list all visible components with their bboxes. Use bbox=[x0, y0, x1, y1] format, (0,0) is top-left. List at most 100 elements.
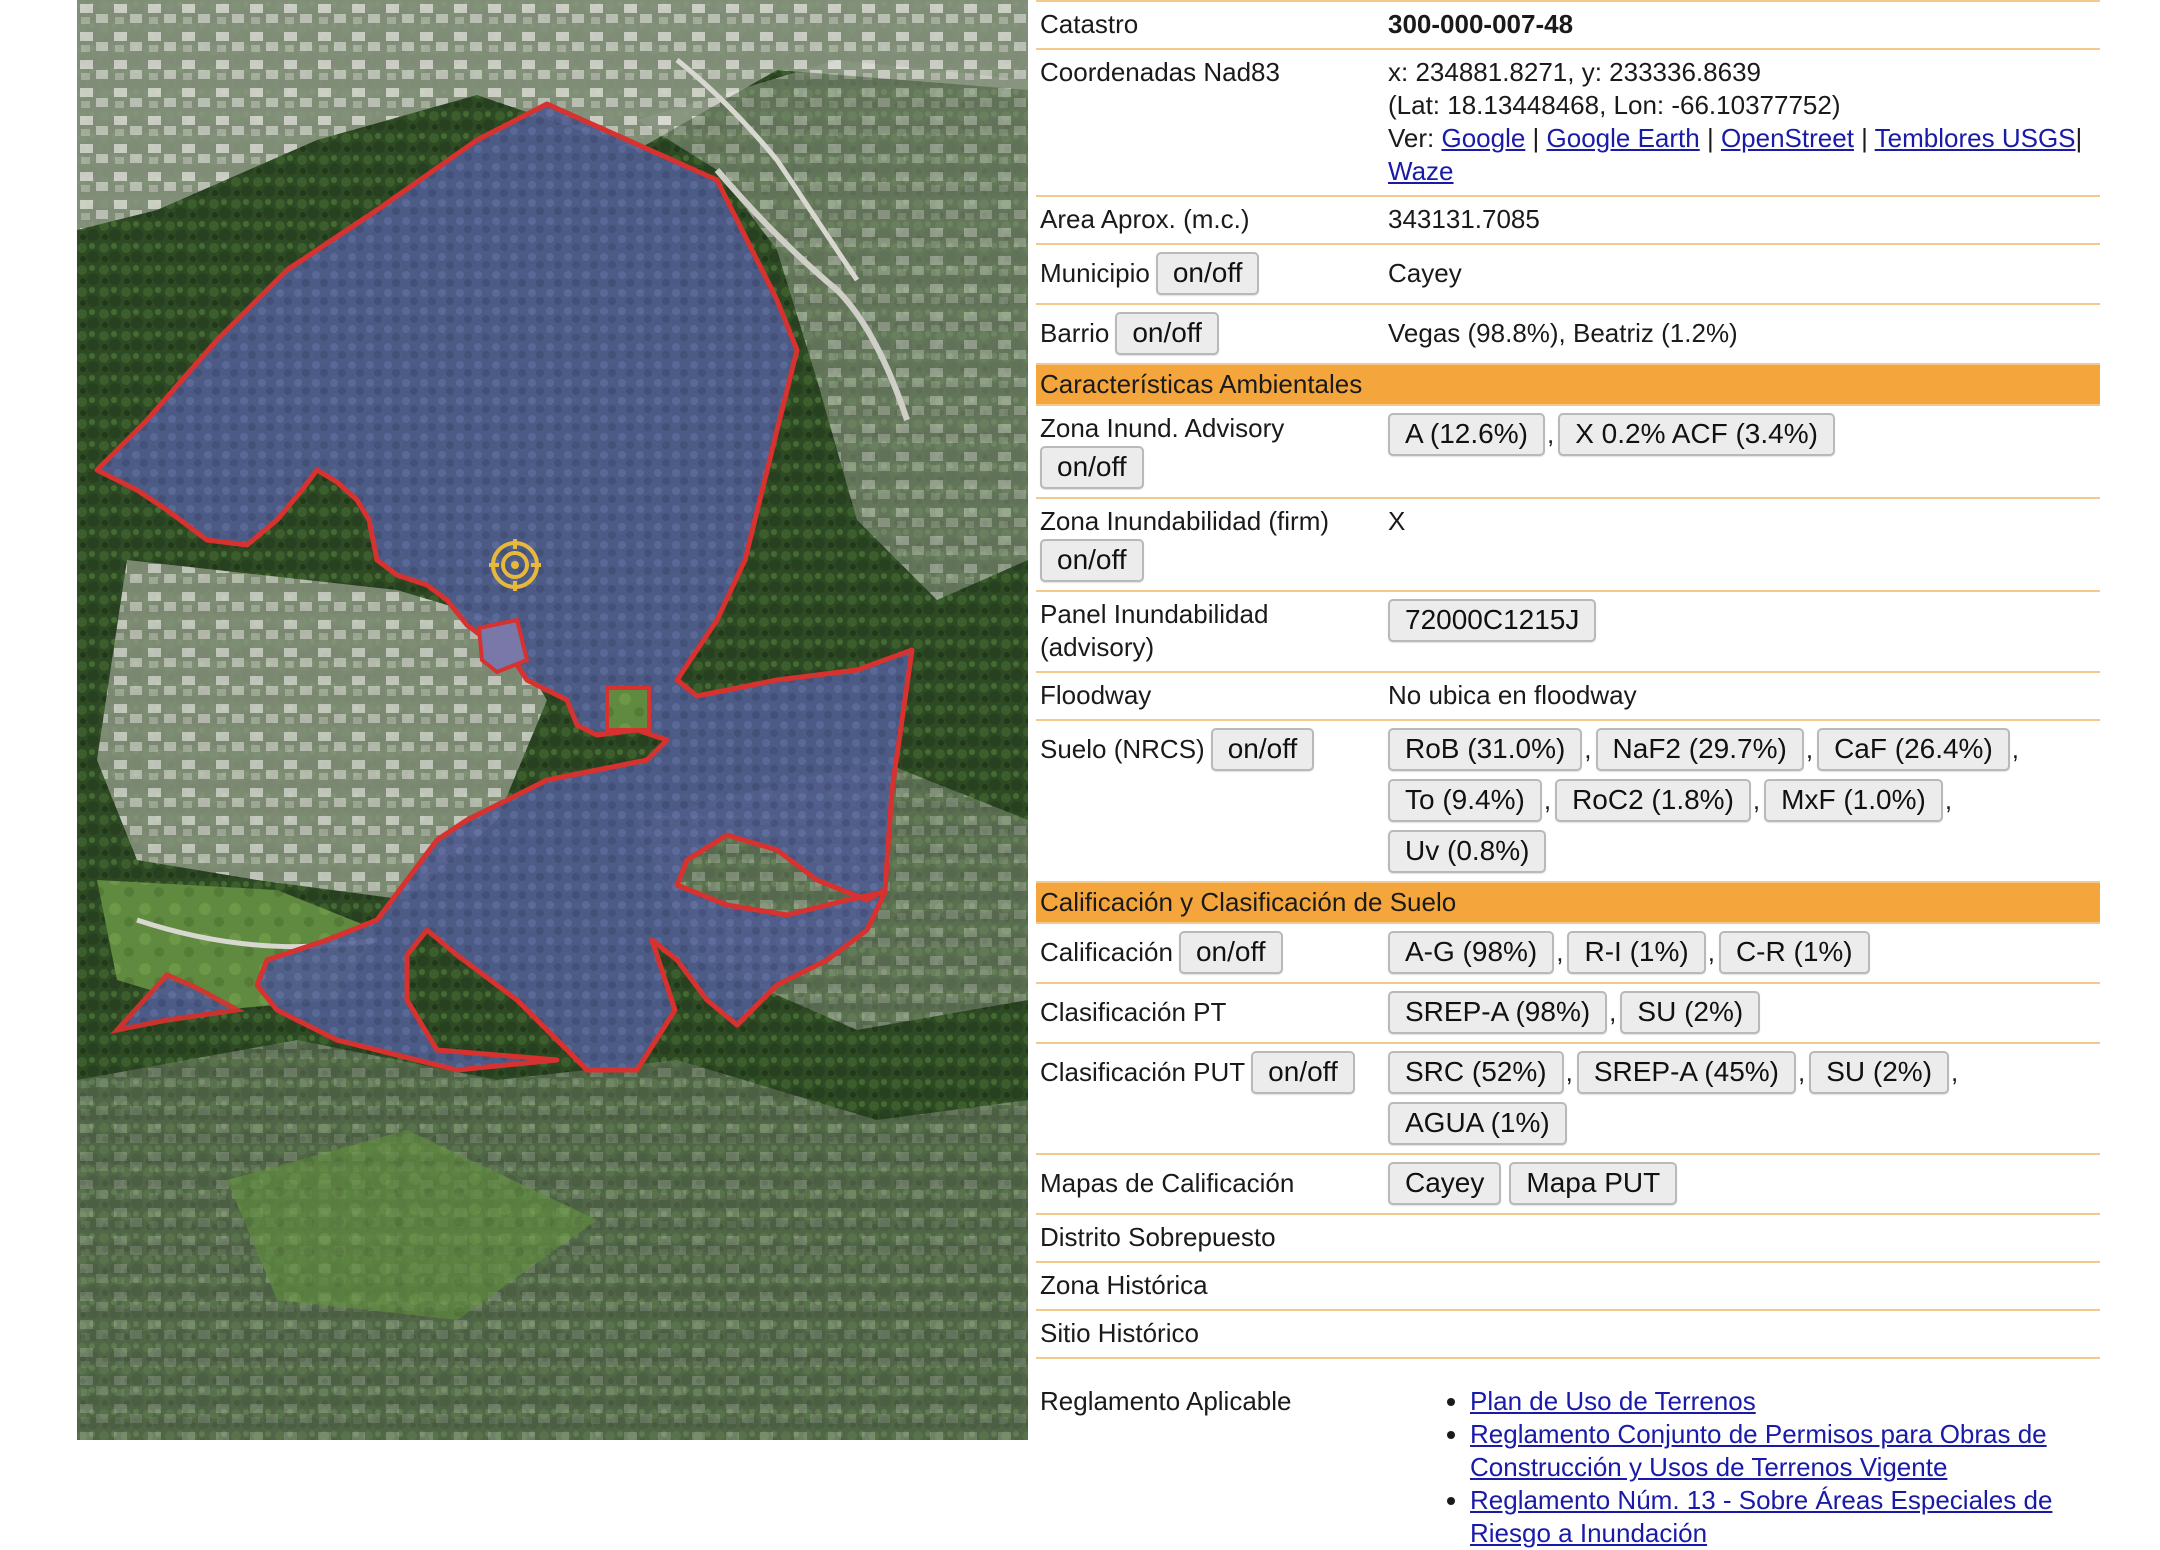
link-waze[interactable]: Waze bbox=[1388, 156, 1454, 186]
toggle-municipio-button[interactable]: on/off bbox=[1155, 252, 1260, 295]
coordinates-xy: x: 234881.8271, y: 233336.8639 bbox=[1388, 57, 1761, 87]
zona-advisory-buttons: A (12.6%), X 0.2% ACF (3.4%) bbox=[1388, 412, 2096, 457]
label-group-clasificacion-put: Clasificación PUT on/off bbox=[1040, 1050, 1380, 1095]
row-coordenadas: Coordenadas Nad83 x: 234881.8271, y: 233… bbox=[1036, 49, 2100, 197]
toggle-suelo-button[interactable]: on/off bbox=[1210, 728, 1315, 771]
label-distrito-sobrepuesto: Distrito Sobrepuesto bbox=[1036, 1214, 1384, 1263]
clasificacion-put-buttons: SRC (52%), SREP-A (45%), SU (2%), AGUA (… bbox=[1388, 1050, 2096, 1146]
suelo-uv-button[interactable]: Uv (0.8%) bbox=[1388, 830, 1547, 873]
link-openstreet[interactable]: OpenStreet bbox=[1721, 123, 1854, 153]
coordinates-latlon: (Lat: 18.13448468, Lon: -66.10377752) bbox=[1388, 90, 1841, 120]
suelo-roc2-button[interactable]: RoC2 (1.8%) bbox=[1555, 779, 1751, 822]
row-zona-firm: Zona Inundabilidad (firm) on/off X bbox=[1036, 498, 2100, 592]
value-area: 343131.7085 bbox=[1384, 196, 2100, 245]
mapas-buttons: Cayey Mapa PUT bbox=[1388, 1161, 2096, 1206]
panel-72000c1215j-button[interactable]: 72000C1215J bbox=[1388, 599, 1597, 642]
label-cell-calificacion: Calificación on/off bbox=[1036, 923, 1384, 984]
label-group-suelo: Suelo (NRCS) on/off bbox=[1040, 727, 1380, 772]
toggle-barrio-button[interactable]: on/off bbox=[1115, 312, 1219, 355]
row-calificacion: Calificación on/off A-G (98%), R-I (1%),… bbox=[1036, 923, 2100, 984]
value-clasificacion-put: SRC (52%), SREP-A (45%), SU (2%), AGUA (… bbox=[1384, 1043, 2100, 1155]
label-cell-municipio: Municipio on/off bbox=[1036, 244, 1384, 305]
ver-label: Ver: bbox=[1388, 123, 1435, 153]
suelo-mxf-button[interactable]: MxF (1.0%) bbox=[1764, 779, 1943, 822]
row-panel-inundabilidad: Panel Inundabilidad (advisory) 72000C121… bbox=[1036, 591, 2100, 673]
value-municipio: Cayey bbox=[1384, 244, 2100, 305]
label-cell-clasificacion-put: Clasificación PUT on/off bbox=[1036, 1043, 1384, 1155]
toggle-zona-firm-button[interactable]: on/off bbox=[1040, 539, 1144, 582]
pt-su-button[interactable]: SU (2%) bbox=[1620, 991, 1761, 1034]
link-plan-uso-terrenos[interactable]: Plan de Uso de Terrenos bbox=[1470, 1386, 1756, 1416]
label-barrio: Barrio bbox=[1040, 318, 1110, 348]
label-catastro: Catastro bbox=[1036, 0, 1384, 50]
link-google-earth[interactable]: Google Earth bbox=[1547, 123, 1700, 153]
section-header-calificacion: Calificación y Clasificación de Suelo bbox=[1036, 882, 2100, 924]
put-su-button[interactable]: SU (2%) bbox=[1809, 1051, 1950, 1094]
value-panel-inundabilidad: 72000C1215J bbox=[1384, 591, 2100, 673]
suelo-to-button[interactable]: To (9.4%) bbox=[1388, 779, 1542, 822]
parcel-info-table: Catastro 300-000-007-48 Coordenadas Nad8… bbox=[1036, 0, 2100, 1359]
suelo-rob-button[interactable]: RoB (31.0%) bbox=[1388, 728, 1583, 771]
mapa-cayey-button[interactable]: Cayey bbox=[1388, 1162, 1502, 1205]
link-reglamento-13[interactable]: Reglamento Núm. 13 - Sobre Áreas Especia… bbox=[1470, 1485, 2052, 1548]
row-municipio: Municipio on/off Cayey bbox=[1036, 244, 2100, 305]
label-mapas-calificacion: Mapas de Calificación bbox=[1036, 1154, 1384, 1215]
parcel-exclusion-small bbox=[605, 686, 651, 732]
calif-ri-button[interactable]: R-I (1%) bbox=[1567, 931, 1706, 974]
suelo-buttons: RoB (31.0%), NaF2 (29.7%), CaF (26.4%), … bbox=[1388, 727, 2096, 874]
link-temblores-usgs[interactable]: Temblores USGS bbox=[1875, 123, 2076, 153]
value-zona-historica bbox=[1384, 1262, 2100, 1311]
section-title-ambientales: Características Ambientales bbox=[1036, 364, 2100, 406]
label-zona-advisory: Zona Inund. Advisory bbox=[1040, 413, 1285, 443]
value-catastro: 300-000-007-48 bbox=[1384, 0, 2100, 50]
section-title-calificacion: Calificación y Clasificación de Suelo bbox=[1036, 882, 2100, 924]
row-clasificacion-put: Clasificación PUT on/off SRC (52%), SREP… bbox=[1036, 1043, 2100, 1155]
map-links: Ver: Google | Google Earth | OpenStreet … bbox=[1388, 123, 2083, 186]
label-group-municipio: Municipio on/off bbox=[1040, 251, 1380, 296]
put-src-button[interactable]: SRC (52%) bbox=[1388, 1051, 1564, 1094]
parcel-notch bbox=[476, 617, 530, 675]
toggle-clasificacion-put-button[interactable]: on/off bbox=[1251, 1051, 1355, 1094]
link-reglamento-conjunto[interactable]: Reglamento Conjunto de Permisos para Obr… bbox=[1470, 1419, 2047, 1482]
zona-x-acf-button[interactable]: X 0.2% ACF (3.4%) bbox=[1558, 413, 1835, 456]
row-suelo: Suelo (NRCS) on/off RoB (31.0%), NaF2 (2… bbox=[1036, 720, 2100, 883]
row-floodway: Floodway No ubica en floodway bbox=[1036, 672, 2100, 721]
value-calificacion: A-G (98%), R-I (1%), C-R (1%) bbox=[1384, 923, 2100, 984]
put-srep-a-button[interactable]: SREP-A (45%) bbox=[1576, 1051, 1796, 1094]
row-clasificacion-pt: Clasificación PT SREP-A (98%), SU (2%) bbox=[1036, 983, 2100, 1044]
label-group-barrio: Barrio on/off bbox=[1040, 311, 1380, 356]
satellite-map[interactable] bbox=[77, 0, 1028, 1440]
calif-ag-button[interactable]: A-G (98%) bbox=[1388, 931, 1555, 974]
link-google[interactable]: Google bbox=[1441, 123, 1525, 153]
value-zona-firm: X bbox=[1384, 498, 2100, 592]
row-sitio-historico: Sitio Histórico bbox=[1036, 1310, 2100, 1359]
toggle-zona-advisory-button[interactable]: on/off bbox=[1040, 446, 1144, 489]
section-header-ambientales: Características Ambientales bbox=[1036, 364, 2100, 406]
label-floodway: Floodway bbox=[1036, 672, 1384, 721]
pt-srep-a-button[interactable]: SREP-A (98%) bbox=[1388, 991, 1608, 1034]
row-zona-advisory: Zona Inund. Advisory on/off A (12.6%), X… bbox=[1036, 405, 2100, 499]
row-distrito-sobrepuesto: Distrito Sobrepuesto bbox=[1036, 1214, 2100, 1263]
label-municipio: Municipio bbox=[1040, 258, 1150, 288]
label-zona-firm: Zona Inundabilidad (firm) bbox=[1040, 506, 1330, 536]
suelo-caf-button[interactable]: CaF (26.4%) bbox=[1817, 728, 2010, 771]
label-zona-historica: Zona Histórica bbox=[1036, 1262, 1384, 1311]
zona-a-button[interactable]: A (12.6%) bbox=[1388, 413, 1545, 456]
mapa-put-button[interactable]: Mapa PUT bbox=[1509, 1162, 1678, 1205]
value-barrio: Vegas (98.8%), Beatriz (1.2%) bbox=[1384, 304, 2100, 365]
calificacion-buttons: A-G (98%), R-I (1%), C-R (1%) bbox=[1388, 930, 2096, 975]
label-clasificacion-pt: Clasificación PT bbox=[1036, 983, 1384, 1044]
value-mapas-calificacion: Cayey Mapa PUT bbox=[1384, 1154, 2100, 1215]
reglamento-item: Plan de Uso de Terrenos bbox=[1470, 1385, 2090, 1418]
label-cell-barrio: Barrio on/off bbox=[1036, 304, 1384, 365]
label-coordenadas: Coordenadas Nad83 bbox=[1036, 49, 1384, 197]
map-canvas[interactable] bbox=[77, 0, 1028, 1440]
toggle-calificacion-button[interactable]: on/off bbox=[1178, 931, 1283, 974]
label-area: Area Aprox. (m.c.) bbox=[1036, 196, 1384, 245]
value-suelo: RoB (31.0%), NaF2 (29.7%), CaF (26.4%), … bbox=[1384, 720, 2100, 883]
put-agua-button[interactable]: AGUA (1%) bbox=[1388, 1102, 1567, 1145]
calif-cr-button[interactable]: C-R (1%) bbox=[1718, 931, 1870, 974]
suelo-naf2-button[interactable]: NaF2 (29.7%) bbox=[1595, 728, 1804, 771]
value-coordenadas: x: 234881.8271, y: 233336.8639 (Lat: 18.… bbox=[1384, 49, 2100, 197]
row-area: Area Aprox. (m.c.) 343131.7085 bbox=[1036, 196, 2100, 245]
